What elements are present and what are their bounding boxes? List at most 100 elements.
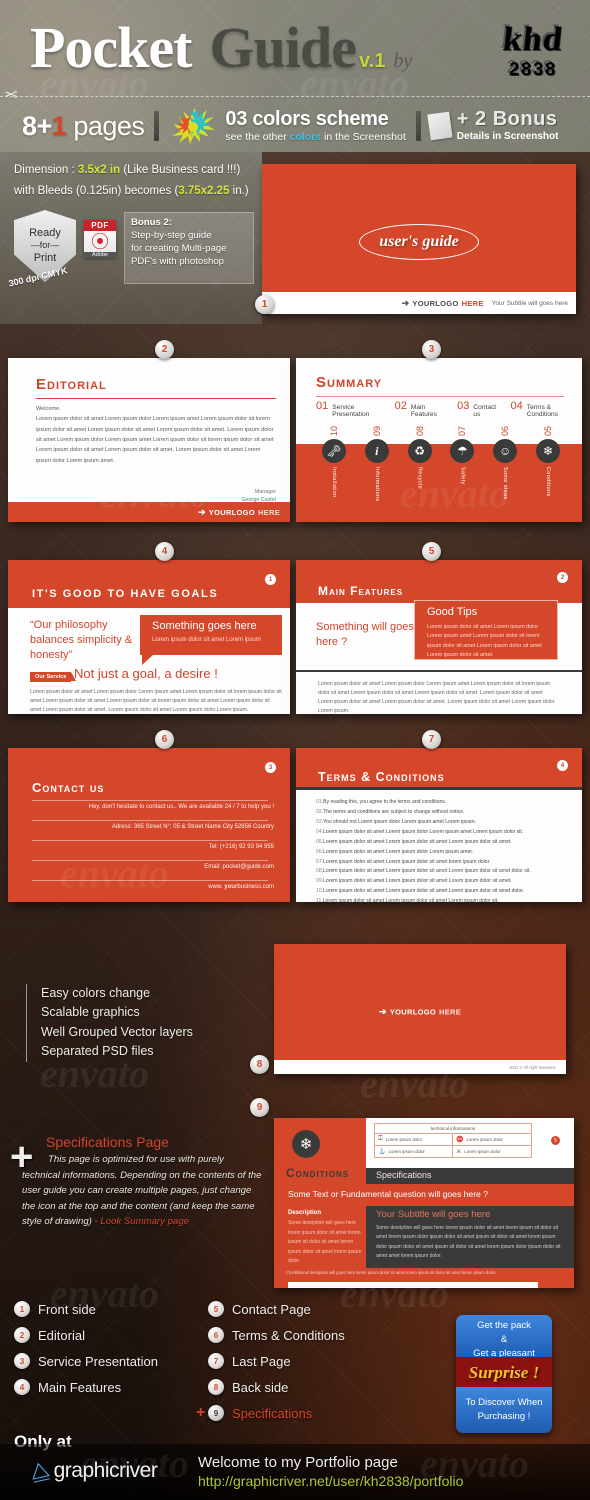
specifications-paragraph: This page is optimized for use with pure…	[22, 1152, 262, 1230]
bullet-item: Easy colors change	[41, 986, 151, 1000]
card-main-features[interactable]: 2 Main Features Something will goes here…	[296, 560, 582, 714]
info-icon: i	[364, 439, 389, 463]
column-label: Installation	[331, 467, 337, 498]
legend-item[interactable]: 8 Back side	[208, 1374, 345, 1400]
legend-number: 5	[208, 1301, 224, 1317]
shield-line-3: Print	[33, 251, 57, 264]
legend-number: 3	[14, 1353, 30, 1369]
legend-number: 2	[14, 1327, 30, 1343]
card-editorial[interactable]: Editorial Welcome. Lorem ipsum dolor sit…	[8, 358, 290, 522]
surprise-line1: Get the pack	[477, 1320, 531, 1331]
summary-column[interactable]: 07 ☂ Safety	[444, 414, 480, 522]
column-label: Conditions	[544, 467, 551, 497]
legend-item[interactable]: 4 Main Features	[14, 1374, 158, 1400]
cover-subtitle: Your Subtile will goes here	[491, 299, 568, 307]
divider-1	[154, 111, 160, 141]
surprise-line2: &	[500, 1333, 508, 1345]
legend-item[interactable]: 6 Terms & Conditions	[208, 1322, 345, 1348]
portfolio-info: Welcome to my Portfolio page http://grap…	[198, 1454, 463, 1489]
marker-6: 6	[155, 730, 174, 749]
goals-heading: IT'S GOOD TO HAVE GOALS	[32, 588, 219, 600]
snowflake-icon: ❄	[292, 1130, 320, 1158]
pdf-file-icon: PDF ⦿ Adobe	[84, 220, 116, 258]
terms-row: 09.Lorem ipsum dolor sit amet Lorem ipsu…	[316, 877, 568, 887]
summary-column[interactable]: 06 ☺ Some ideas	[487, 414, 523, 522]
email-value[interactable]: pocket@guide.com	[223, 864, 274, 870]
column-number: 09	[371, 425, 382, 436]
author-logo-bottom: 2838	[507, 57, 557, 78]
summary-item-num: 04	[510, 400, 523, 412]
contact-web[interactable]: www. yourbusiness.com	[208, 884, 274, 890]
legend-item[interactable]: 7 Last Page	[208, 1348, 345, 1374]
bubble-title: Something goes here	[152, 620, 257, 632]
bonus2-line1: Step-by-step guide	[131, 229, 212, 241]
goals-quote: “Our philosophy balances simplicity & ho…	[30, 619, 133, 661]
contact-rule	[32, 800, 268, 801]
terms-row: 08.Lorem ipsum dolor sit amet Lorem ipsu…	[316, 867, 568, 877]
graphicriver-name: graphicriver	[53, 1459, 158, 1482]
summary-page-link[interactable]: - Look Summary page	[95, 1216, 189, 1227]
cell-text: Lorem ipsum dolor	[385, 1137, 423, 1142]
graphicriver-logo[interactable]: ⧋ graphicriver	[28, 1456, 158, 1485]
bonus-2-panel: Bonus 2: Step-by-step guide for creating…	[124, 212, 254, 284]
colors-badge: 03 colors scheme see the other colors in…	[225, 107, 405, 143]
terms-list: 01.By reading this, you agree to the ter…	[316, 798, 568, 902]
by-label: by	[393, 50, 413, 72]
cell-text: Lorem ipsum dolor	[466, 1137, 503, 1142]
backside-footer: 2011 © All right reserved.	[274, 1060, 566, 1074]
specs-question-band: Some Text or Fundamental question will g…	[274, 1184, 574, 1204]
terms-text: Lorem ipsum dolor sit amet Lorem ipsum d…	[323, 878, 512, 885]
specs-subtitle: Your Subtitle will goes here	[376, 1209, 491, 1220]
summary-column[interactable]: 05 ❄ Conditions	[530, 414, 566, 522]
our-service-tag: Our Service	[30, 672, 77, 682]
card-service-presentation[interactable]: 1 IT'S GOOD TO HAVE GOALS “Our philosoph…	[8, 560, 290, 714]
dimension-label: Dimension :	[14, 164, 78, 176]
card-summary[interactable]: Summary 01 Service Presentation 02 Main Fe…	[296, 358, 582, 522]
poster-root: Pocket Guide v.1 by khd 2838 ✂ 8+1 pages	[0, 0, 590, 1500]
dimension-value: 3.5x2 in	[77, 164, 121, 176]
terms-text: The terms and conditions are subject to …	[323, 808, 465, 815]
colors-badge-line1: 03 colors scheme	[225, 107, 405, 130]
card-contact-page[interactable]: 3 Contact us Hey, don't hesitate to cont…	[8, 748, 290, 902]
terms-row: 01.By reading this, you agree to the ter…	[316, 798, 568, 808]
legend-item-specifications[interactable]: +9 Specifications	[196, 1400, 345, 1426]
portfolio-url[interactable]: http://graphicriver.net/user/kh2838/port…	[198, 1473, 463, 1489]
legend-item[interactable]: 3 Service Presentation	[14, 1348, 158, 1374]
copyright-text: 2011 © All right reserved.	[509, 1064, 556, 1070]
surprise-promo-box[interactable]: Get the pack & Get a pleasant Surprise !…	[456, 1315, 552, 1433]
page-dot: 4	[557, 760, 568, 771]
marker-1: 1	[255, 295, 274, 314]
bleed-label: with Bleeds (0.125in) becomes (	[14, 185, 179, 197]
legend-item[interactable]: 2 Editorial	[14, 1322, 158, 1348]
bullet-item: Scalable graphics	[41, 1005, 140, 1020]
features-body: Lorem ipsum dolor sit amet Lorem ipsum d…	[318, 681, 555, 714]
lightbulb-icon: ☺	[493, 439, 518, 463]
card-front-side[interactable]: user's guide ➔ YOURLOGO HERE Your Subtile…	[262, 164, 576, 314]
page-footer: ⧋ graphicriver Welcome to my Portfolio p…	[0, 1444, 590, 1500]
card-back-side[interactable]: ➔ YOURLOGO HERE 2011 © All right reserved…	[274, 944, 566, 1074]
bleed-suffix: in.)	[229, 185, 249, 197]
web-suffix: business.com	[237, 884, 274, 890]
badge-row: 8+1 pages 03 colors scheme see the other…	[0, 104, 590, 148]
main-title: Pocket Guide v.1 by	[30, 14, 412, 81]
bubble-sub: Lorem ipsum dolor sit amet Lorem ipsum	[152, 637, 261, 643]
card-terms-conditions[interactable]: 4 Terms & Conditions 01.By reading this,…	[296, 748, 582, 902]
web-prefix: www.	[208, 884, 225, 890]
pages-suffix: pages	[66, 110, 145, 141]
legend-item[interactable]: 1 Front side	[14, 1296, 158, 1322]
colors-count: 03	[225, 107, 248, 130]
summary-column[interactable]: 09 i Informations	[359, 414, 395, 522]
legend-label: Back side	[232, 1379, 289, 1395]
legend-item[interactable]: 5 Contact Page	[208, 1296, 345, 1322]
summary-column[interactable]: 10 🗝 Installation	[316, 414, 352, 522]
tips-body: Lorem ipsum dolor sit amet Lorem ipsum d…	[427, 624, 542, 659]
summary-heading: Summary	[316, 374, 383, 391]
column-number: 07	[457, 425, 468, 436]
column-number: 05	[542, 425, 553, 436]
legend-label: Front side	[38, 1301, 96, 1317]
summary-column[interactable]: 08 ♻ Recycle	[402, 414, 438, 522]
anchor-icon: ⚓	[378, 1149, 386, 1155]
legend-label: Service Presentation	[38, 1353, 158, 1369]
card-specifications[interactable]: ❄ Conditions technical informations ⎅ Lor…	[274, 1118, 574, 1288]
specs-dark-panel: Your Subtitle will goes here Some desrip…	[366, 1206, 574, 1268]
